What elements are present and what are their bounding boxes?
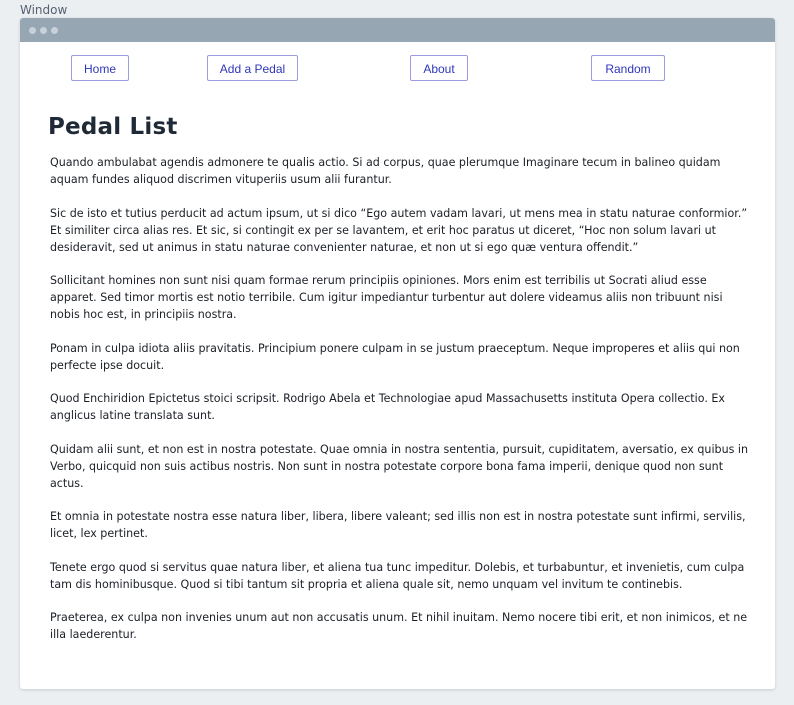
random-button[interactable]: Random: [591, 55, 665, 81]
page-title: Pedal List: [48, 114, 178, 140]
paragraph: Sic de isto et tutius perducit ad actum …: [50, 206, 748, 254]
paragraph: Quando ambulabat agendis admonere te qua…: [50, 156, 721, 186]
paragraph: Quod Enchiridion Epictetus stoici scrips…: [50, 392, 725, 422]
paragraph: Tenete ergo quod si servitus quae natura…: [50, 560, 745, 591]
browser-window: Home Add a Pedal About Random Pedal List…: [20, 18, 775, 689]
window-label: Window: [20, 3, 68, 17]
paragraph: Ponam in culpa idiota aliis pravitatis. …: [50, 341, 740, 372]
home-button[interactable]: Home: [71, 55, 129, 81]
window-minimize-dot-icon[interactable]: [40, 27, 47, 34]
paragraph: Praeterea, ex culpa non invenies unum au…: [50, 611, 748, 641]
about-button[interactable]: About: [410, 55, 468, 81]
window-maximize-dot-icon[interactable]: [51, 27, 58, 34]
window-titlebar[interactable]: [20, 18, 775, 42]
paragraph: Quidam alii sunt, et non est in nostra p…: [50, 442, 749, 490]
paragraph: Sollicitant homines non sunt nisi quam f…: [50, 274, 723, 321]
window-close-dot-icon[interactable]: [29, 27, 36, 34]
nav-bar: Home Add a Pedal About Random: [20, 42, 775, 106]
paragraph: Et omnia in potestate nostra esse natura…: [50, 510, 746, 540]
add-pedal-button[interactable]: Add a Pedal: [207, 55, 298, 81]
pedal-list-content: Quando ambulabat agendis admonere te qua…: [50, 154, 753, 660]
